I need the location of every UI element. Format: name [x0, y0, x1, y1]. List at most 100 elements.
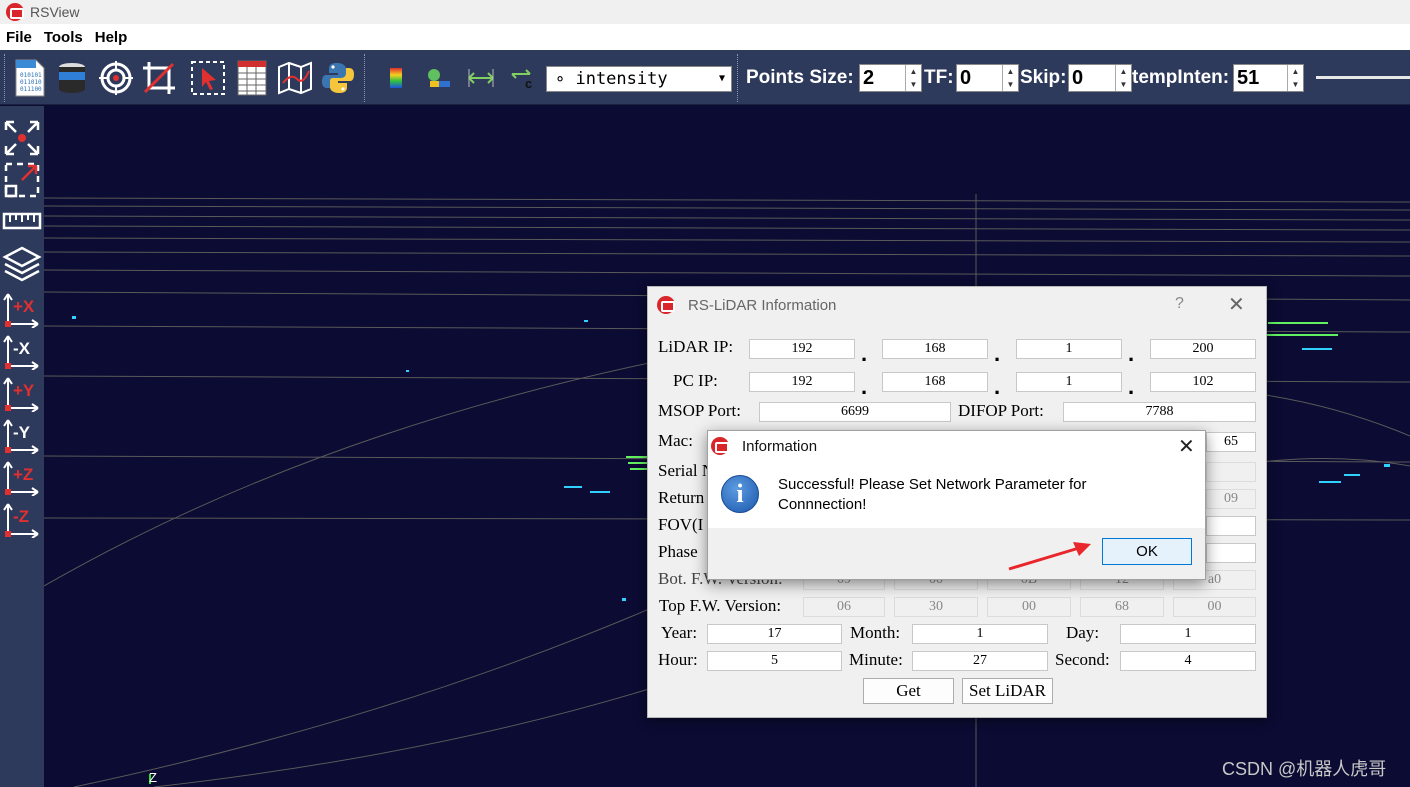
day-field[interactable]: 1	[1120, 624, 1256, 644]
top-fw-label: Top F.W. Version:	[659, 596, 782, 615]
view-minus-z-icon[interactable]: -Z	[2, 498, 42, 539]
ip-dot: .	[994, 374, 1001, 399]
top-fw-field-1: 06	[803, 597, 885, 617]
svg-text:010101: 010101	[20, 72, 42, 79]
day-label: Day:	[1066, 623, 1100, 642]
target-icon[interactable]	[97, 59, 135, 97]
msop-port-field[interactable]: 6699	[759, 402, 951, 422]
spin-arrows-icon[interactable]: ▲ ▼	[1002, 65, 1018, 91]
lidar-ip-octet-4[interactable]: 200	[1150, 339, 1256, 359]
axis-label: -Y	[13, 423, 31, 442]
ip-dot: .	[1128, 341, 1135, 366]
points-size-spinbox[interactable]: 2 ▲ ▼	[859, 64, 922, 92]
window-title: RSView	[30, 4, 80, 20]
mac-field-6[interactable]: 65	[1206, 432, 1256, 452]
tf-label: TF:	[924, 67, 954, 88]
chevron-down-icon: ▼	[718, 73, 725, 84]
app-logo-icon	[6, 3, 24, 21]
zoom-box-icon[interactable]	[2, 160, 42, 200]
color-by-value: ∘ intensity	[555, 69, 668, 89]
information-dialog: Information ✕ i Successful! Please Set N…	[707, 430, 1206, 580]
pc-ip-octet-1[interactable]: 192	[749, 372, 855, 392]
skip-spinbox[interactable]: 0 ▲ ▼	[1068, 64, 1132, 92]
lidar-ip-octet-2[interactable]: 168	[882, 339, 988, 359]
pc-ip-octet-4[interactable]: 102	[1150, 372, 1256, 392]
help-button[interactable]: ?	[1175, 295, 1184, 313]
color-legend-icon[interactable]	[422, 62, 454, 94]
map-icon[interactable]	[276, 59, 314, 97]
transform-arrows-icon[interactable]: c	[507, 62, 539, 94]
view-minus-y-icon[interactable]: -Y	[2, 414, 42, 455]
get-button[interactable]: Get	[863, 678, 954, 704]
view-plus-y-icon[interactable]: +Y	[2, 372, 42, 413]
axis-label: -X	[13, 339, 31, 358]
serial-label: Serial N	[658, 461, 715, 480]
phase-label: Phase	[658, 542, 698, 561]
set-lidar-button[interactable]: Set LiDAR	[962, 678, 1053, 704]
info-message: Successful! Please Set Network Parameter…	[778, 475, 1188, 515]
axis-label: +Z	[13, 465, 33, 484]
spin-arrows-icon[interactable]: ▲ ▼	[905, 65, 921, 91]
dialog-title-bar: RS-LiDAR Information	[648, 287, 1266, 323]
second-field[interactable]: 4	[1120, 651, 1256, 671]
pc-ip-octet-2[interactable]: 168	[882, 372, 988, 392]
app-logo-icon	[657, 296, 675, 314]
fov-label: FOV(I	[658, 515, 704, 534]
ip-dot: .	[861, 374, 868, 399]
select-points-icon[interactable]	[189, 59, 227, 97]
spin-arrows-icon[interactable]: ▲ ▼	[1287, 65, 1303, 91]
lidar-ip-octet-1[interactable]: 192	[749, 339, 855, 359]
layers-icon[interactable]	[2, 244, 42, 284]
month-label: Month:	[850, 623, 901, 642]
view-minus-x-icon[interactable]: -X	[2, 330, 42, 371]
spin-arrows-icon[interactable]: ▲ ▼	[1115, 65, 1131, 91]
binary-file-icon[interactable]: 010101 011010 011100	[10, 59, 48, 97]
axis-label: +Y	[13, 381, 35, 400]
info-icon: i	[721, 475, 759, 513]
view-plus-z-icon[interactable]: +Z	[2, 456, 42, 497]
scale-arrows-icon[interactable]	[465, 62, 497, 94]
view-plus-x-icon[interactable]: +X	[2, 288, 42, 329]
intensity-slider[interactable]	[1316, 76, 1410, 79]
difop-port-field[interactable]: 7788	[1063, 402, 1256, 422]
points-size-label: Points Size:	[746, 67, 854, 88]
minute-field[interactable]: 27	[912, 651, 1048, 671]
watermark: CSDN @机器人虎哥	[1222, 759, 1387, 779]
ok-button[interactable]: OK	[1102, 538, 1192, 565]
python-icon[interactable]	[319, 59, 357, 97]
color-by-select[interactable]: ∘ intensity ▼	[546, 66, 732, 92]
axis-label: -Z	[13, 507, 29, 526]
menu-tools[interactable]: Tools	[38, 29, 89, 46]
menu-bar: File Tools Help	[0, 24, 1410, 50]
color-scale-icon[interactable]	[380, 62, 412, 94]
msop-port-label: MSOP Port:	[658, 401, 741, 420]
menu-help[interactable]: Help	[89, 29, 134, 46]
top-fw-field-4: 68	[1080, 597, 1164, 617]
pc-ip-octet-3[interactable]: 1	[1016, 372, 1122, 392]
hour-field[interactable]: 5	[707, 651, 842, 671]
axis-label: +X	[13, 297, 35, 316]
top-fw-field-5: 00	[1173, 597, 1256, 617]
minute-label: Minute:	[849, 650, 903, 669]
lidar-ip-octet-3[interactable]: 1	[1016, 339, 1122, 359]
crop-icon[interactable]	[140, 59, 178, 97]
year-field[interactable]: 17	[707, 624, 842, 644]
close-icon[interactable]: ✕	[1178, 434, 1195, 459]
phase-field[interactable]	[1206, 543, 1256, 563]
z-axis-label: Z	[149, 770, 157, 785]
spreadsheet-icon[interactable]	[233, 59, 271, 97]
return-label: Return	[658, 488, 705, 507]
close-icon[interactable]: ✕	[1228, 292, 1245, 317]
lidar-sensor-icon[interactable]	[53, 59, 91, 97]
top-fw-field-3: 00	[987, 597, 1071, 617]
reset-view-icon[interactable]	[2, 118, 42, 158]
menu-file[interactable]: File	[0, 29, 38, 46]
ruler-icon[interactable]	[2, 202, 42, 242]
skip-label: Skip:	[1020, 67, 1067, 88]
month-field[interactable]: 1	[912, 624, 1048, 644]
toolbar-separator	[737, 54, 739, 102]
temp-inten-spinbox[interactable]: 51 ▲ ▼	[1233, 64, 1304, 92]
dialog-title: RS-LiDAR Information	[688, 296, 837, 314]
fov-field[interactable]	[1206, 516, 1256, 536]
tf-spinbox[interactable]: 0 ▲ ▼	[956, 64, 1019, 92]
